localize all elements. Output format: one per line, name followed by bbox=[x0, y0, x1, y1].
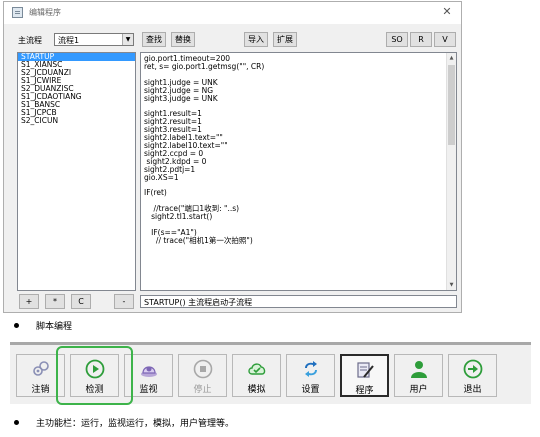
toolbar-button-label: 退出 bbox=[463, 385, 482, 395]
toolbar-button-8[interactable]: 退出 bbox=[448, 354, 497, 397]
toolbar-button-label: 模拟 bbox=[247, 385, 266, 395]
add-flow-button[interactable]: + bbox=[19, 294, 39, 309]
bullet-dot bbox=[14, 323, 19, 328]
toolbar-button-label: 用户 bbox=[409, 385, 428, 395]
so-button[interactable]: SO bbox=[386, 32, 408, 47]
monitor-icon bbox=[139, 359, 159, 379]
caption-main-function-bar: 主功能栏：运行，监视运行，模拟，用户管理等。 bbox=[36, 419, 235, 429]
flow-label: 主流程 bbox=[18, 36, 42, 45]
star-flow-button[interactable]: * bbox=[45, 294, 65, 309]
document-pen-icon bbox=[355, 360, 375, 380]
status-box: STARTUP() 主流程启动子流程 bbox=[140, 295, 457, 308]
c-flow-button[interactable]: C bbox=[71, 294, 91, 309]
toolbar-button-4[interactable]: 模拟 bbox=[232, 354, 281, 397]
find-button[interactable]: 查找 bbox=[142, 32, 166, 47]
r-button[interactable]: R bbox=[410, 32, 432, 47]
exit-icon bbox=[463, 359, 483, 379]
edit-program-window: 编辑程序 ✕ 主流程 流程1 ▼ 查找 替换 导入 扩展 SO R V STAR… bbox=[3, 1, 462, 313]
import-button[interactable]: 导入 bbox=[244, 32, 268, 47]
stop-icon bbox=[193, 359, 213, 379]
cloud-check-icon bbox=[247, 359, 267, 379]
scroll-down-icon[interactable]: ▼ bbox=[447, 280, 456, 290]
script-editor[interactable]: gio.port1.timeout=200 ret, s= gio.port1.… bbox=[140, 52, 457, 291]
caption-script-programming: 脚本编程 bbox=[36, 322, 73, 332]
v-button[interactable]: V bbox=[434, 32, 456, 47]
remove-flow-button[interactable]: - bbox=[114, 294, 134, 309]
scroll-thumb[interactable] bbox=[448, 65, 455, 145]
toolbar-button-label: 停止 bbox=[193, 385, 212, 395]
list-item[interactable]: S2_CICUN bbox=[18, 117, 135, 125]
close-icon[interactable]: ✕ bbox=[439, 5, 455, 19]
flow-select[interactable]: 流程1 ▼ bbox=[54, 33, 134, 46]
toolbar-button-label: 程序 bbox=[355, 386, 374, 396]
window-icon bbox=[12, 7, 23, 18]
toolbar-button-3[interactable]: 停止 bbox=[178, 354, 227, 397]
toolbar-button-6[interactable]: 程序 bbox=[340, 354, 389, 397]
logout-link-icon bbox=[31, 359, 51, 379]
highlight-frame bbox=[56, 346, 133, 405]
editor-scrollbar[interactable]: ▲ ▼ bbox=[446, 53, 456, 290]
scroll-up-icon[interactable]: ▲ bbox=[447, 53, 456, 63]
script-code[interactable]: gio.port1.timeout=200 ret, s= gio.port1.… bbox=[144, 55, 444, 245]
title-bar: 编辑程序 ✕ bbox=[4, 2, 461, 24]
bullet-dot bbox=[14, 420, 19, 425]
subflow-list[interactable]: STARTUP S1_XIANSC S2_JCDUANZI S1_JCWIRE S2_D… bbox=[17, 52, 136, 291]
toolbar-button-label: 设置 bbox=[301, 385, 320, 395]
chevron-down-icon[interactable]: ▼ bbox=[122, 34, 133, 45]
status-text: STARTUP() 主流程启动子流程 bbox=[144, 298, 253, 307]
flow-select-value: 流程1 bbox=[58, 36, 80, 45]
extend-button[interactable]: 扩展 bbox=[273, 32, 297, 47]
window-title: 编辑程序 bbox=[29, 8, 61, 17]
replace-button[interactable]: 替换 bbox=[171, 32, 195, 47]
user-icon bbox=[409, 359, 429, 379]
toolbar-button-7[interactable]: 用户 bbox=[394, 354, 443, 397]
sync-arrows-icon bbox=[301, 359, 321, 379]
toolbar-button-5[interactable]: 设置 bbox=[286, 354, 335, 397]
